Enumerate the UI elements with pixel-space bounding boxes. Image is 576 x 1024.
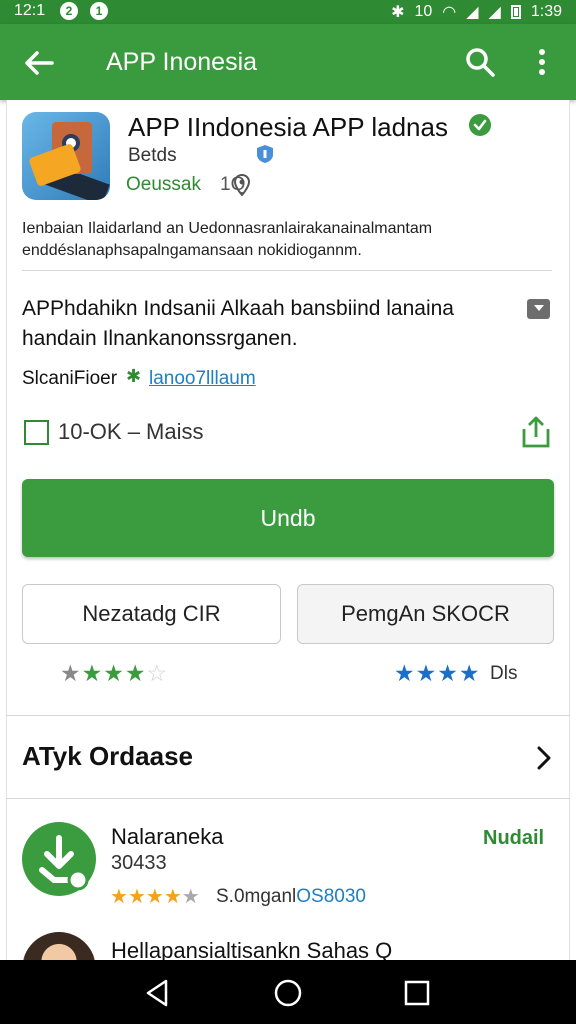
downloads-checkbox[interactable] [24,420,49,445]
bluetooth-icon: ✱ [391,4,405,21]
star-icon: ★ [163,886,182,908]
related-app-name[interactable]: Nalaraneka [111,824,224,850]
star-icon: ★ [60,660,82,686]
wifi-icon: ◠ [442,4,457,21]
star-empty-icon: ☆ [146,660,169,686]
related-app-subtitle: 30433 [111,852,167,874]
rating-stars-right: ★★★★ [394,660,481,687]
star-icon: ★ [145,886,164,908]
status-time-right: 1:39 [530,3,562,20]
star-icon: ★ [437,660,459,686]
star-icon: ★ [181,886,200,908]
app-bar: APP Inonesia [0,24,576,100]
chevron-right-icon[interactable] [534,744,554,772]
related-app-rating-code: OS8030 [296,886,367,907]
related-app-stars: ★★★★★ [110,884,200,909]
app-name: APP IIndonesia APP ladnas [128,112,448,142]
star-icon: ★ [124,660,147,686]
battery-icon [510,5,521,19]
app-short-description: Ienbaian Ilaidarland an Uedonnasranlaira… [22,220,433,259]
status-icons: ✱ 10 ◠ ◢ ◢ 1:39 [391,2,562,22]
related-app-icon[interactable] [22,822,96,896]
developer-name[interactable]: Betds [128,145,177,167]
app-tagline: APPhdahikn Indsanii Alkaah bansbiind lan… [22,297,454,350]
star-icon: ★ [458,660,481,686]
verified-badge-icon [469,114,491,136]
cell-signal-icon: ◢ [466,4,479,21]
more-vert-icon[interactable] [530,46,554,78]
cell-signal-2-icon: ◢ [488,4,501,21]
similar-label: SlcaniFioer [22,368,118,389]
install-button[interactable]: Undb [22,479,554,557]
sparkle-icon: ✱ [126,366,142,386]
notification-badge-1: 2 [60,2,78,20]
expand-icon[interactable] [527,299,550,319]
star-icon: ★ [81,660,104,686]
status-bar: 12:1 2 1 ✱ 10 ◠ ◢ ◢ 1:39 [0,0,576,24]
related-section-title[interactable]: ATyk Ordaase [22,741,193,772]
pin-icon [234,174,250,196]
star-icon: ★ [103,660,125,686]
divider [6,715,570,716]
rating-stars-left: ★★★★☆ [60,660,168,687]
back-arrow-icon[interactable] [22,46,56,80]
download-icon [39,835,89,891]
search-icon[interactable] [464,46,496,78]
signal-label: 10 [414,3,433,20]
divider [6,798,570,799]
similar-link[interactable]: lanoo7lllaum [149,368,256,390]
related-app-rating-text: S.0mganlOS8030 [216,886,366,908]
related-app-rating-label: S.0mganl [216,886,297,907]
home-nav-icon[interactable] [271,976,305,1010]
notification-badge-2: 1 [90,2,108,20]
app-icon [22,112,110,200]
system-nav-bar [0,960,576,1024]
back-nav-icon[interactable] [140,976,174,1010]
app-bar-title: APP Inonesia [106,48,258,76]
divider [22,270,552,271]
star-icon: ★ [394,660,416,686]
status-time-left: 12:1 [14,2,46,19]
star-icon: ★ [127,886,146,908]
downloads-count: 10-OK – Maiss [58,419,204,444]
rating-label: Oeussak [126,174,201,195]
rating-stars-right-label: Dls [490,663,518,684]
secondary-button-right[interactable]: PemgAn SKOCR [297,584,554,644]
share-icon[interactable] [520,415,552,449]
star-icon: ★ [110,886,128,908]
recents-nav-icon[interactable] [400,976,434,1010]
related-app-action[interactable]: Nudail [483,827,544,850]
developer-badge-icon [257,145,273,163]
secondary-button-left[interactable]: Nezatadg CIR [22,584,281,644]
star-icon: ★ [415,660,438,686]
